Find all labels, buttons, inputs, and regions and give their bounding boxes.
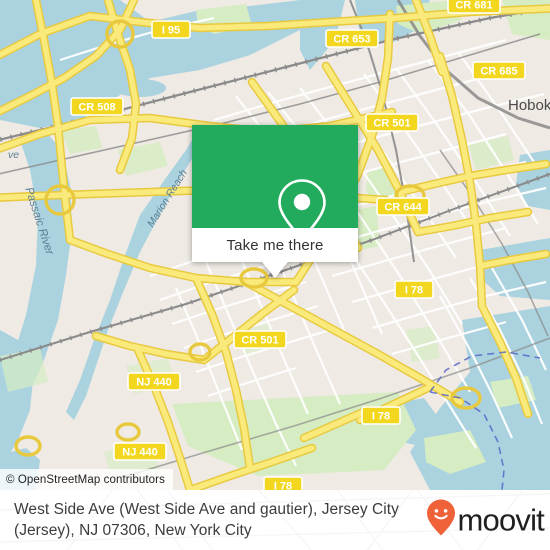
moovit-brand[interactable]: moovit [426,499,545,542]
shield-cr-685: CR 685 [472,61,526,80]
svg-text:I 78: I 78 [405,285,423,297]
place-label-hoboken: Hoboken [508,97,550,114]
shield-cr-508: CR 508 [70,97,124,116]
svg-text:NJ 440: NJ 440 [122,447,157,459]
svg-text:CR 508: CR 508 [78,102,115,114]
svg-text:I 78: I 78 [274,481,292,491]
map-attribution[interactable]: © OpenStreetMap contributors [0,469,173,490]
shield-cr-501-north: CR 501 [365,113,419,132]
shield-cr-501-south: CR 501 [233,330,287,349]
svg-text:CR 653: CR 653 [333,34,370,46]
shield-i-78-south: I 78 [263,476,303,491]
shield-nj-440-north: NJ 440 [127,372,181,391]
shield-cr-644: CR 644 [376,197,430,216]
popup-pointer-tail [262,262,288,278]
svg-text:CR 644: CR 644 [384,202,422,214]
location-address: West Side Ave (West Side Ave and gautier… [14,499,414,541]
svg-text:I 95: I 95 [162,25,180,37]
location-popup-card[interactable]: Take me there [192,125,358,278]
footer-bar: West Side Ave (West Side Ave and gautier… [0,490,550,550]
shield-i-95: I 95 [151,20,191,39]
svg-text:CR 685: CR 685 [480,66,517,78]
svg-text:CR 501: CR 501 [241,335,278,347]
svg-text:I 78: I 78 [372,411,390,423]
shield-i-78-center: I 78 [394,280,434,299]
address-line-1: West Side Ave (West Side Ave and gautier… [14,501,368,518]
shield-nj-440-south: NJ 440 [113,442,167,461]
moovit-wordmark: moovit [457,502,544,538]
shield-i-78-east: I 78 [361,406,401,425]
svg-text:NJ 440: NJ 440 [136,377,171,389]
moovit-map-screenshot: I 95 CR 653 CR 681 CR 685 CR 508 CR 501 … [0,0,550,550]
attribution-text: © OpenStreetMap contributors [6,473,165,486]
shield-cr-681: CR 681 [447,0,501,14]
shield-cr-653: CR 653 [325,29,379,48]
popup-header [192,125,358,241]
water-label-partial-left: ve [8,149,19,161]
map-canvas[interactable]: I 95 CR 653 CR 681 CR 685 CR 508 CR 501 … [0,0,550,490]
moovit-smiley-pin-icon [426,499,456,542]
svg-text:CR 501: CR 501 [373,118,410,130]
svg-text:CR 681: CR 681 [455,0,492,12]
